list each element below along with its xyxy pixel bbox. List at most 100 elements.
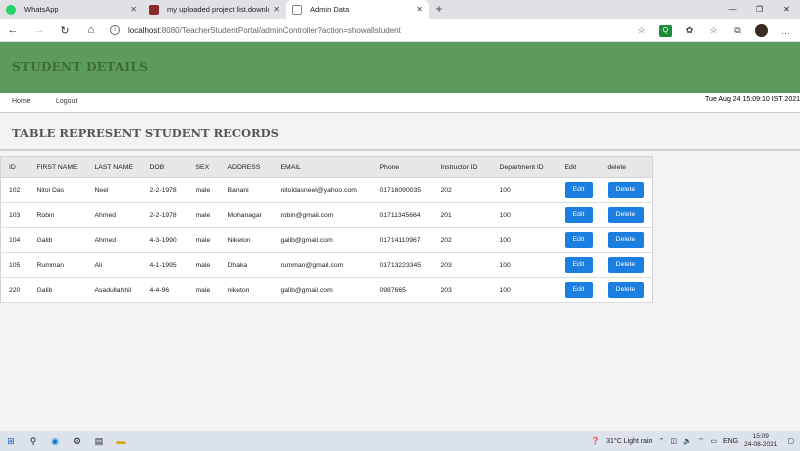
more-icon[interactable]: … — [779, 26, 792, 36]
table-row: 102 Nitol Das Neel 2-2-1978 male Banani nitold… — [0, 177, 653, 203]
table-cell: Robin — [28, 202, 87, 228]
edit-cell: Edit — [556, 177, 600, 203]
language-indicator[interactable]: ENG — [723, 438, 738, 445]
edit-button[interactable]: Edit — [564, 257, 593, 273]
col-header: Edit — [556, 156, 600, 178]
edit-button[interactable]: Edit — [564, 207, 593, 223]
edit-cell: Edit — [556, 252, 600, 278]
delete-button[interactable]: Delete — [607, 232, 644, 248]
table-cell: male — [187, 227, 220, 253]
col-header: DOB — [141, 156, 188, 178]
volume-icon[interactable]: 🔈 — [683, 437, 692, 445]
avatar[interactable] — [755, 24, 768, 37]
url-path: :8080/TeacherStudentPortal/adminControll… — [159, 25, 401, 35]
restore-icon[interactable]: ❐ — [746, 0, 773, 19]
home-icon[interactable]: ⌂ — [78, 24, 104, 36]
close-tab-icon[interactable]: ✕ — [273, 5, 280, 14]
delete-cell: Delete — [599, 277, 653, 303]
table-cell: 01714110967 — [371, 227, 433, 253]
whatsapp-icon — [6, 4, 16, 15]
table-cell: 2-2-1978 — [141, 202, 188, 228]
edge-icon[interactable]: ◉ — [44, 436, 66, 447]
favorites-icon[interactable]: ☆ — [707, 25, 720, 36]
settings-icon[interactable]: ⚙ — [66, 436, 88, 447]
tab-title: Admin Data — [310, 5, 350, 14]
delete-button[interactable]: Delete — [607, 282, 644, 298]
minimize-icon[interactable]: — — [719, 0, 746, 19]
table-cell: Mohanagar — [219, 202, 273, 228]
col-header: Instructor ID — [432, 156, 492, 178]
search-icon[interactable]: ⚲ — [22, 436, 44, 447]
col-header: FIRST NAME — [28, 156, 87, 178]
back-icon[interactable]: ← — [0, 24, 26, 36]
page-title: STUDENT DETAILS — [12, 60, 149, 74]
system-tray: ❓ 31°C Light rain ⌃ ◫ 🔈 ⌔ ▭ ENG 15:09 24… — [591, 431, 800, 451]
table-cell: 0987665 — [371, 277, 433, 303]
network-icon[interactable]: ◫ — [670, 437, 677, 445]
forward-icon[interactable]: → — [26, 24, 52, 36]
section-title: TABLE REPRESENT STUDENT RECORDS — [12, 126, 279, 140]
notification-icon[interactable]: ▢ — [787, 437, 794, 445]
windows-start-icon[interactable]: ⊞ — [0, 436, 22, 447]
window-controls: — ❐ ✕ — [719, 0, 800, 19]
table-cell: male — [187, 177, 220, 203]
extension-icon[interactable]: Q — [659, 24, 672, 37]
file-explorer-icon[interactable]: ▬ — [110, 436, 132, 446]
help-icon[interactable]: ❓ — [591, 437, 600, 445]
col-header: SEX — [187, 156, 220, 178]
tab-whatsapp[interactable]: WhatsApp ✕ — [0, 0, 143, 19]
terminal-icon[interactable]: ▤ — [88, 436, 110, 447]
info-icon[interactable]: i — [110, 25, 120, 35]
table-row: 104 Galib Ahmed 4-3-1990 male Niketon galib@gm… — [0, 227, 653, 253]
home-link[interactable]: Home — [12, 98, 31, 105]
clock[interactable]: 15:09 24-08-2021 — [744, 433, 777, 449]
collections-icon[interactable]: ⧉ — [731, 25, 744, 36]
delete-button[interactable]: Delete — [607, 182, 644, 198]
table-cell: 203 — [432, 252, 492, 278]
table-cell: 102 — [0, 177, 29, 203]
table-cell: 2-2-1978 — [141, 177, 188, 203]
edit-button[interactable]: Edit — [564, 182, 593, 198]
edit-button[interactable]: Edit — [564, 232, 593, 248]
table-header-row: ID FIRST NAME LAST NAME DOB SEX ADDRESS … — [0, 156, 653, 178]
tray-chevron-icon[interactable]: ⌃ — [659, 437, 665, 445]
table-cell: 4-1-1995 — [141, 252, 188, 278]
table-cell: galib@gmail.com — [272, 227, 372, 253]
edit-button[interactable]: Edit — [564, 282, 593, 298]
clock-time: 15:09 — [752, 433, 769, 440]
url-field[interactable]: i localhost:8080/TeacherStudentPortal/ad… — [110, 25, 401, 35]
battery-icon[interactable]: ▭ — [710, 437, 717, 445]
tab-project-list[interactable]: my uploaded project list.downlo ✕ — [143, 0, 286, 19]
puzzle-icon[interactable]: ✿ — [683, 25, 696, 36]
col-header: ID — [0, 156, 29, 178]
clock-date: 24-08-2021 — [744, 441, 778, 448]
table-cell: Neel — [86, 177, 142, 203]
table-cell: Rumman — [28, 252, 87, 278]
table-cell: galib@gmail.com — [272, 277, 372, 303]
table-cell: 4-4-96 — [141, 277, 188, 303]
close-tab-icon[interactable]: ✕ — [416, 5, 423, 14]
tab-admin-data[interactable]: Admin Data ✕ — [286, 0, 429, 19]
tracking-icon[interactable]: ☆ — [635, 25, 648, 36]
delete-button[interactable]: Delete — [607, 257, 644, 273]
page-icon — [292, 4, 302, 15]
table-cell: Galib — [28, 277, 87, 303]
table-cell: Banani — [219, 177, 273, 203]
table-cell: Niketon — [219, 227, 273, 253]
new-tab-button[interactable]: + — [429, 0, 449, 19]
tab-title: WhatsApp — [24, 5, 59, 14]
table-cell: 01718090035 — [371, 177, 433, 203]
table-cell: 100 — [491, 227, 557, 253]
reload-icon[interactable]: ↻ — [52, 24, 78, 37]
wifi-icon[interactable]: ⌔ — [698, 437, 705, 446]
close-window-icon[interactable]: ✕ — [773, 0, 800, 19]
logout-link[interactable]: Logout — [56, 98, 77, 105]
table-cell: 103 — [0, 202, 29, 228]
weather[interactable]: 31°C Light rain — [606, 438, 652, 445]
nav-bar: Home Logout Tue Aug 24 15:09:10 IST 2021 — [0, 93, 800, 113]
table-cell: 01713223345 — [371, 252, 433, 278]
close-tab-icon[interactable]: ✕ — [130, 5, 137, 14]
table-row: 220 Galib Asadullahhil 4-4-96 male niketon gal… — [0, 277, 653, 303]
table-row: 105 Rumman Ali 4-1-1995 male Dhaka rumman@gmai… — [0, 252, 653, 278]
delete-button[interactable]: Delete — [607, 207, 644, 223]
